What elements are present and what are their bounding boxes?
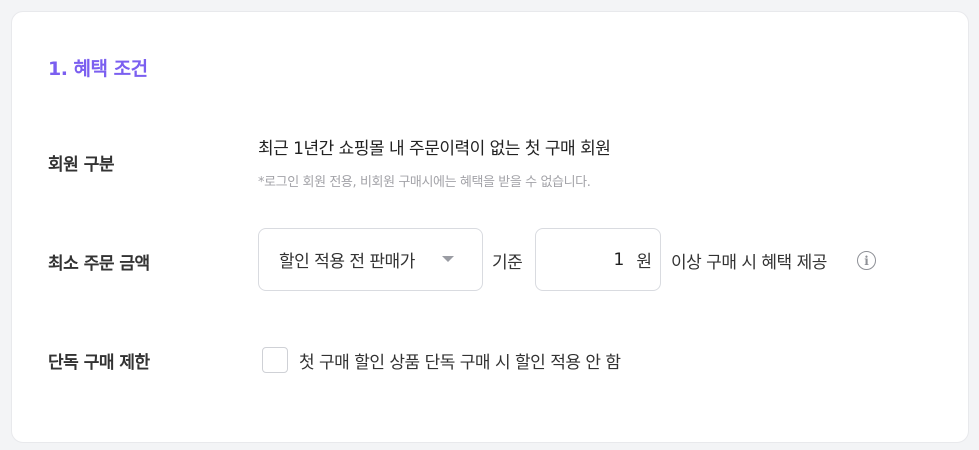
chevron-down-icon [442,256,454,262]
info-circle-icon[interactable]: i [857,251,876,270]
member-type-text: 최근 1년간 쇼핑몰 내 주문이력이 없는 첫 구매 회원 [258,139,611,159]
member-type-note: *로그인 회원 전용, 비회원 구매시에는 혜택을 받을 수 없습니다. [258,175,591,190]
price-basis-select[interactable]: 할인 적용 전 판매가 [258,228,483,291]
min-order-label: 최소 주문 금액 [48,254,150,274]
min-amount-field-box: 원 [535,228,661,291]
amount-unit: 원 [636,252,652,272]
single-purchase-label: 단독 구매 제한 [48,353,150,373]
single-purchase-checkbox[interactable] [262,347,288,373]
min-amount-input[interactable] [554,249,625,270]
basis-label: 기준 [492,253,523,273]
price-basis-select-value: 할인 적용 전 판매가 [279,252,415,272]
member-type-label: 회원 구분 [48,155,114,175]
min-order-suffix: 이상 구매 시 혜택 제공 [671,253,827,273]
benefit-conditions-card: 1. 혜택 조건 회원 구분 최근 1년간 쇼핑몰 내 주문이력이 없는 첫 구… [11,11,969,443]
single-purchase-checkbox-label[interactable]: 첫 구매 할인 상품 단독 구매 시 할인 적용 안 함 [299,348,621,373]
section-title: 1. 혜택 조건 [48,58,148,80]
